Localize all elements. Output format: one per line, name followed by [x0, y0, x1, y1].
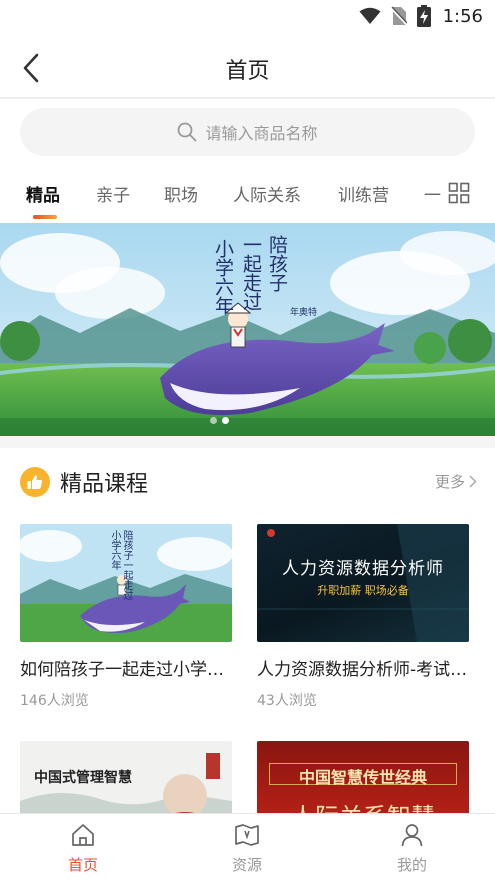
section-divider [0, 436, 495, 448]
category-tabs: 精品 亲子 职场 人际关系 训练营 一 [0, 172, 495, 220]
active-tab-indicator [33, 215, 57, 219]
course-thumbnail: 人力资源数据分析师 升职加薪 职场必备 [257, 524, 469, 642]
status-icons: 1:56 [359, 5, 483, 27]
search-placeholder: 请输入商品名称 [205, 124, 318, 143]
status-bar: 1:56 [0, 0, 495, 36]
thumbs-up-icon [20, 467, 50, 497]
section-title: 精品课程 [60, 472, 149, 497]
nav-resources[interactable]: 资源 [207, 822, 287, 875]
thumbnail-caption: 人力资源数据分析师 [282, 559, 444, 579]
course-card[interactable]: 人力资源数据分析师 升职加薪 职场必备 人力资源数据分析师-考试培训 43人浏览 [257, 524, 469, 710]
course-card[interactable]: 中国智慧传世经典 人际关系智慧 [257, 741, 469, 821]
tab-relationships[interactable]: 人际关系 [233, 181, 301, 206]
home-icon [72, 824, 94, 846]
map-book-icon [235, 824, 259, 846]
course-title: 如何陪孩子一起走过小学六年 [20, 660, 232, 680]
banner-brand: 年奥特 [290, 308, 318, 318]
grid-icon[interactable] [448, 182, 470, 204]
thumbnail-caption: 中国智慧传世经典 [269, 763, 457, 787]
wifi-icon [359, 7, 381, 24]
section-header: 精品课程 更多 [0, 456, 495, 506]
chevron-right-icon [469, 475, 477, 488]
thumbnail-caption: 陪孩子一起走过小学六年 [109, 530, 132, 600]
tab-overflow[interactable]: 一 [424, 181, 441, 206]
tab-workplace[interactable]: 职场 [164, 181, 198, 206]
course-card[interactable]: 中国式管理智慧 [20, 741, 232, 821]
user-icon [401, 824, 423, 847]
course-views: 146人浏览 [20, 693, 89, 709]
search-icon [178, 122, 197, 142]
tab-parenting[interactable]: 亲子 [96, 181, 130, 206]
nav-profile-label: 我的 [396, 856, 427, 874]
course-views: 43人浏览 [257, 693, 317, 709]
nav-resources-label: 资源 [231, 856, 262, 874]
top-app-bar: 首页 [0, 36, 495, 99]
app-screen: 1:56 首页 请输入商品名称 精品 亲子 职场 人际关系 训练营 一 陪孩子 … [0, 0, 495, 881]
course-thumbnail: 陪孩子一起走过小学六年 [20, 524, 232, 642]
banner-text-col1: 陪孩子 [266, 235, 288, 292]
thumbnail-caption: 中国式管理智慧 [34, 770, 132, 786]
nav-home-label: 首页 [67, 856, 98, 874]
more-label: 更多 [434, 473, 465, 491]
course-card[interactable]: 陪孩子一起走过小学六年 如何陪孩子一起走过小学六年 146人浏览 [20, 524, 232, 710]
search-input[interactable]: 请输入商品名称 [20, 108, 475, 156]
banner-text-col3: 小学六年 [212, 239, 234, 315]
nav-home[interactable]: 首页 [43, 822, 123, 875]
nav-profile[interactable]: 我的 [372, 822, 452, 875]
course-title: 人力资源数据分析师-考试培训 [257, 660, 469, 680]
battery-charging-icon [416, 5, 431, 27]
banner-dot[interactable] [210, 417, 217, 424]
status-time: 1:56 [442, 5, 483, 27]
tab-training-camp[interactable]: 训练营 [338, 181, 389, 206]
thumbnail-subcaption: 升职加薪 职场必备 [317, 584, 409, 597]
banner-dot-active[interactable] [222, 417, 229, 424]
banner-text-col2: 一起走过 [240, 235, 262, 311]
more-link[interactable]: 更多 [435, 471, 477, 492]
promo-banner[interactable]: 陪孩子 一起走过 小学六年 年奥特 [0, 223, 495, 436]
page-title: 首页 [225, 59, 270, 84]
tab-featured[interactable]: 精品 [26, 181, 60, 206]
no-sim-icon [390, 6, 407, 26]
bottom-navigation: 首页 资源 我的 [0, 813, 495, 881]
